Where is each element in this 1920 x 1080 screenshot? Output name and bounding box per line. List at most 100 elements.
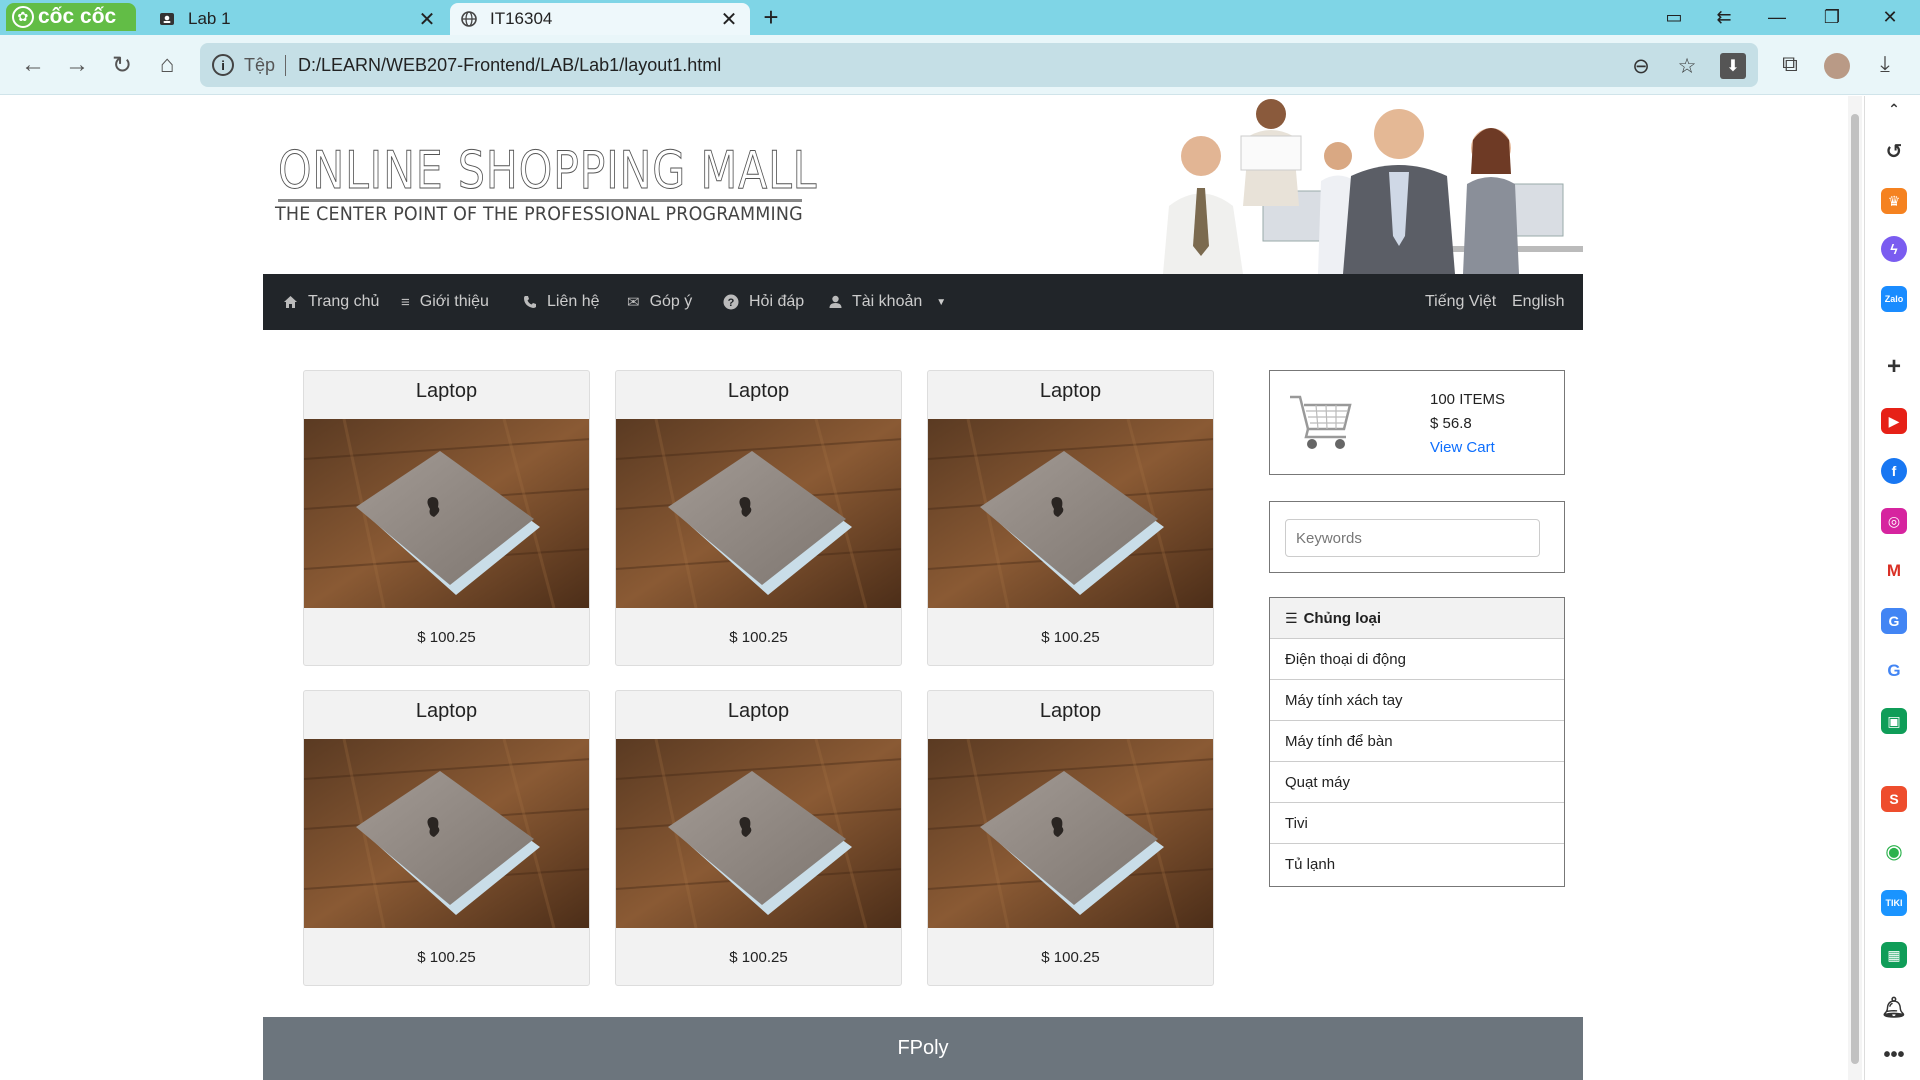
- category-item[interactable]: Tivi: [1270, 803, 1564, 844]
- shopee-icon[interactable]: S: [1881, 786, 1907, 812]
- cart-summary: 100 ITEMS $ 56.8 View Cart: [1269, 370, 1565, 475]
- zoom-out-icon[interactable]: ⊖: [1628, 53, 1654, 79]
- minimize-button[interactable]: —: [1755, 0, 1799, 35]
- map-pin-icon[interactable]: ◉: [1881, 838, 1907, 864]
- close-window-button[interactable]: ✕: [1868, 0, 1912, 35]
- product-price: $ 100.25: [1041, 628, 1100, 646]
- facebook-icon[interactable]: f: [1881, 458, 1907, 484]
- tab-close-icon[interactable]: ✕: [718, 7, 740, 32]
- tiki-icon[interactable]: TIKI: [1881, 890, 1907, 916]
- site-header: ONLINE SHOPPING MALL THE CENTER POINT OF…: [263, 96, 1583, 274]
- lang-vietnamese[interactable]: Tiếng Việt: [1425, 274, 1496, 330]
- browser-toolbar: ← → ↻ ⌂ i Tệp D:/LEARN/WEB207-Frontend/L…: [0, 35, 1920, 95]
- list-icon: ☰: [1285, 609, 1298, 626]
- product-card[interactable]: Laptop $ 100.25: [927, 690, 1214, 986]
- nav-item-contact[interactable]: Liên hệ: [523, 274, 600, 330]
- page-scrollbar[interactable]: [1848, 96, 1862, 1080]
- nav-label: Trang chủ: [308, 293, 380, 310]
- cart-total: $ 56.8: [1430, 415, 1472, 432]
- footer-text: FPoly: [897, 1037, 949, 1059]
- messenger-icon[interactable]: ϟ: [1881, 236, 1907, 262]
- category-item[interactable]: Máy tính để bàn: [1270, 721, 1564, 762]
- bookmark-star-icon[interactable]: ☆: [1674, 53, 1700, 79]
- product-price: $ 100.25: [729, 948, 788, 966]
- scheme-label: Tệp: [244, 54, 287, 76]
- nav-item-account[interactable]: Tài khoản ▼: [829, 274, 946, 330]
- history-icon[interactable]: ↺: [1881, 138, 1907, 164]
- lang-english[interactable]: English: [1512, 274, 1564, 330]
- category-heading: ☰ Chủng loại: [1270, 598, 1564, 639]
- youtube-icon[interactable]: ▶: [1881, 408, 1907, 434]
- header-team-photo: [1143, 96, 1583, 274]
- url-text[interactable]: D:/LEARN/WEB207-Frontend/LAB/Lab1/layout…: [298, 55, 721, 76]
- collapse-icon[interactable]: ⌃: [1881, 96, 1907, 122]
- logo-text: cốc cốc: [38, 5, 117, 28]
- home-icon: [283, 295, 298, 309]
- downloads-icon[interactable]: ⤓: [1870, 49, 1900, 79]
- contacts-icon[interactable]: ▣: [1881, 708, 1907, 734]
- contact-card-icon: [158, 10, 176, 28]
- nav-item-feedback[interactable]: ✉ Góp ý: [627, 274, 692, 330]
- reload-icon[interactable]: ↻: [106, 49, 138, 81]
- coccoc-logo[interactable]: ✿ cốc cốc: [6, 3, 136, 31]
- restore-button[interactable]: ❐: [1810, 0, 1854, 35]
- tab-close-icon[interactable]: ✕: [416, 7, 438, 32]
- nav-item-faq[interactable]: ? Hỏi đáp: [723, 274, 804, 330]
- nav-label: Giới thiệu: [419, 293, 489, 310]
- product-name: Laptop: [727, 699, 790, 722]
- laptop-image: [928, 419, 1213, 608]
- product-card[interactable]: Laptop $ 100.25: [615, 690, 902, 986]
- product-card[interactable]: Laptop $ 100.25: [615, 370, 902, 666]
- page-viewport: ONLINE SHOPPING MALL THE CENTER POINT OF…: [0, 96, 1848, 1080]
- back-arrow-icon[interactable]: ←: [17, 49, 49, 81]
- tab-actions-icon[interactable]: ⇇: [1702, 0, 1746, 35]
- lang-label: Tiếng Việt: [1425, 293, 1497, 310]
- add-icon[interactable]: +: [1881, 353, 1907, 380]
- nav-label: Liên hệ: [547, 293, 600, 310]
- title-underline: [278, 199, 802, 202]
- browser-tab-lab1[interactable]: Lab 1 ✕: [148, 3, 448, 35]
- list-icon: ≡: [401, 293, 410, 311]
- page-container: ONLINE SHOPPING MALL THE CENTER POINT OF…: [263, 96, 1583, 1080]
- tab-title: IT16304: [490, 9, 553, 28]
- product-card[interactable]: Laptop $ 100.25: [303, 370, 590, 666]
- nav-label: Góp ý: [649, 293, 693, 310]
- view-cart-link[interactable]: View Cart: [1430, 439, 1495, 456]
- extensions-icon[interactable]: ⧉: [1775, 49, 1805, 79]
- home-icon[interactable]: ⌂: [151, 49, 183, 81]
- search-input[interactable]: [1285, 519, 1540, 557]
- category-item[interactable]: Quạt máy: [1270, 762, 1564, 803]
- product-card[interactable]: Laptop $ 100.25: [927, 370, 1214, 666]
- info-icon[interactable]: i: [212, 54, 234, 76]
- zalo-icon[interactable]: Zalo: [1881, 286, 1907, 312]
- product-price: $ 100.25: [1041, 948, 1100, 966]
- sheets-icon[interactable]: ▦: [1881, 942, 1907, 968]
- laptop-image: [928, 739, 1213, 928]
- screen-capture-icon[interactable]: ▭: [1652, 0, 1696, 35]
- gmail-icon[interactable]: M: [1881, 558, 1907, 584]
- translate-icon[interactable]: G: [1881, 608, 1907, 634]
- main-nav-bar: Trang chủ ≡ Giới thiệu Liên hệ ✉ Góp ý ?: [263, 274, 1583, 330]
- product-card[interactable]: Laptop $ 100.25: [303, 690, 590, 986]
- category-item[interactable]: Tủ lạnh: [1270, 844, 1564, 885]
- scrollbar-thumb[interactable]: [1851, 114, 1859, 1064]
- bell-icon[interactable]: 🔔︎: [1881, 994, 1907, 1020]
- instagram-icon[interactable]: ◎: [1881, 508, 1907, 534]
- category-item[interactable]: Máy tính xách tay: [1270, 680, 1564, 721]
- nav-item-home[interactable]: Trang chủ: [283, 274, 379, 330]
- globe-icon: [460, 10, 478, 28]
- caret-down-icon: ▼: [936, 296, 947, 308]
- nav-item-about[interactable]: ≡ Giới thiệu: [401, 274, 489, 330]
- download-page-icon[interactable]: ⬇: [1720, 53, 1746, 79]
- category-item[interactable]: Điện thoại di động: [1270, 639, 1564, 680]
- browser-tab-it16304[interactable]: IT16304 ✕: [450, 3, 750, 35]
- site-footer: FPoly: [263, 1017, 1583, 1080]
- new-tab-button[interactable]: +: [756, 3, 786, 33]
- more-icon[interactable]: •••: [1881, 1042, 1907, 1068]
- crown-icon[interactable]: ♛: [1881, 188, 1907, 214]
- forward-arrow-icon[interactable]: →: [61, 49, 93, 81]
- google-icon[interactable]: G: [1881, 658, 1907, 684]
- address-bar[interactable]: i Tệp D:/LEARN/WEB207-Frontend/LAB/Lab1/…: [200, 43, 1758, 87]
- product-price: $ 100.25: [417, 628, 476, 646]
- avatar[interactable]: [1822, 51, 1852, 81]
